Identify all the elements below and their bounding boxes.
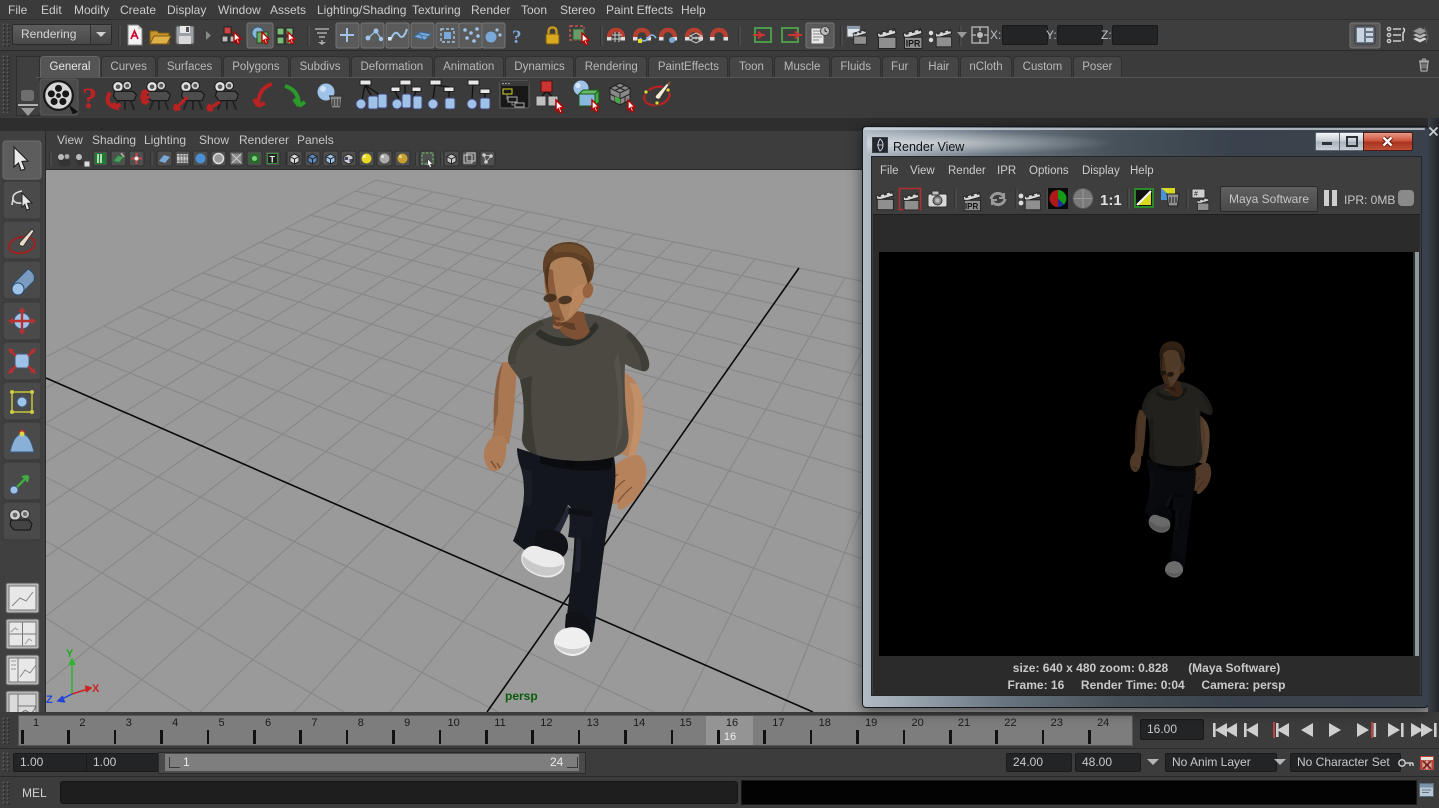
svg-text:Z: Z xyxy=(46,694,53,706)
svg-text:?: ? xyxy=(512,27,522,48)
svg-text:Y: Y xyxy=(66,648,74,660)
svg-text:?: ? xyxy=(82,82,97,115)
svg-text:1:1: 1:1 xyxy=(1100,192,1122,209)
svg-text:X: X xyxy=(92,683,100,695)
svg-text:IPR: IPR xyxy=(965,202,979,211)
svg-text:#: # xyxy=(1194,191,1198,198)
svg-text:persp: persp xyxy=(505,689,538,703)
svg-text:IPR: IPR xyxy=(906,39,921,49)
svg-text:T: T xyxy=(270,155,276,165)
